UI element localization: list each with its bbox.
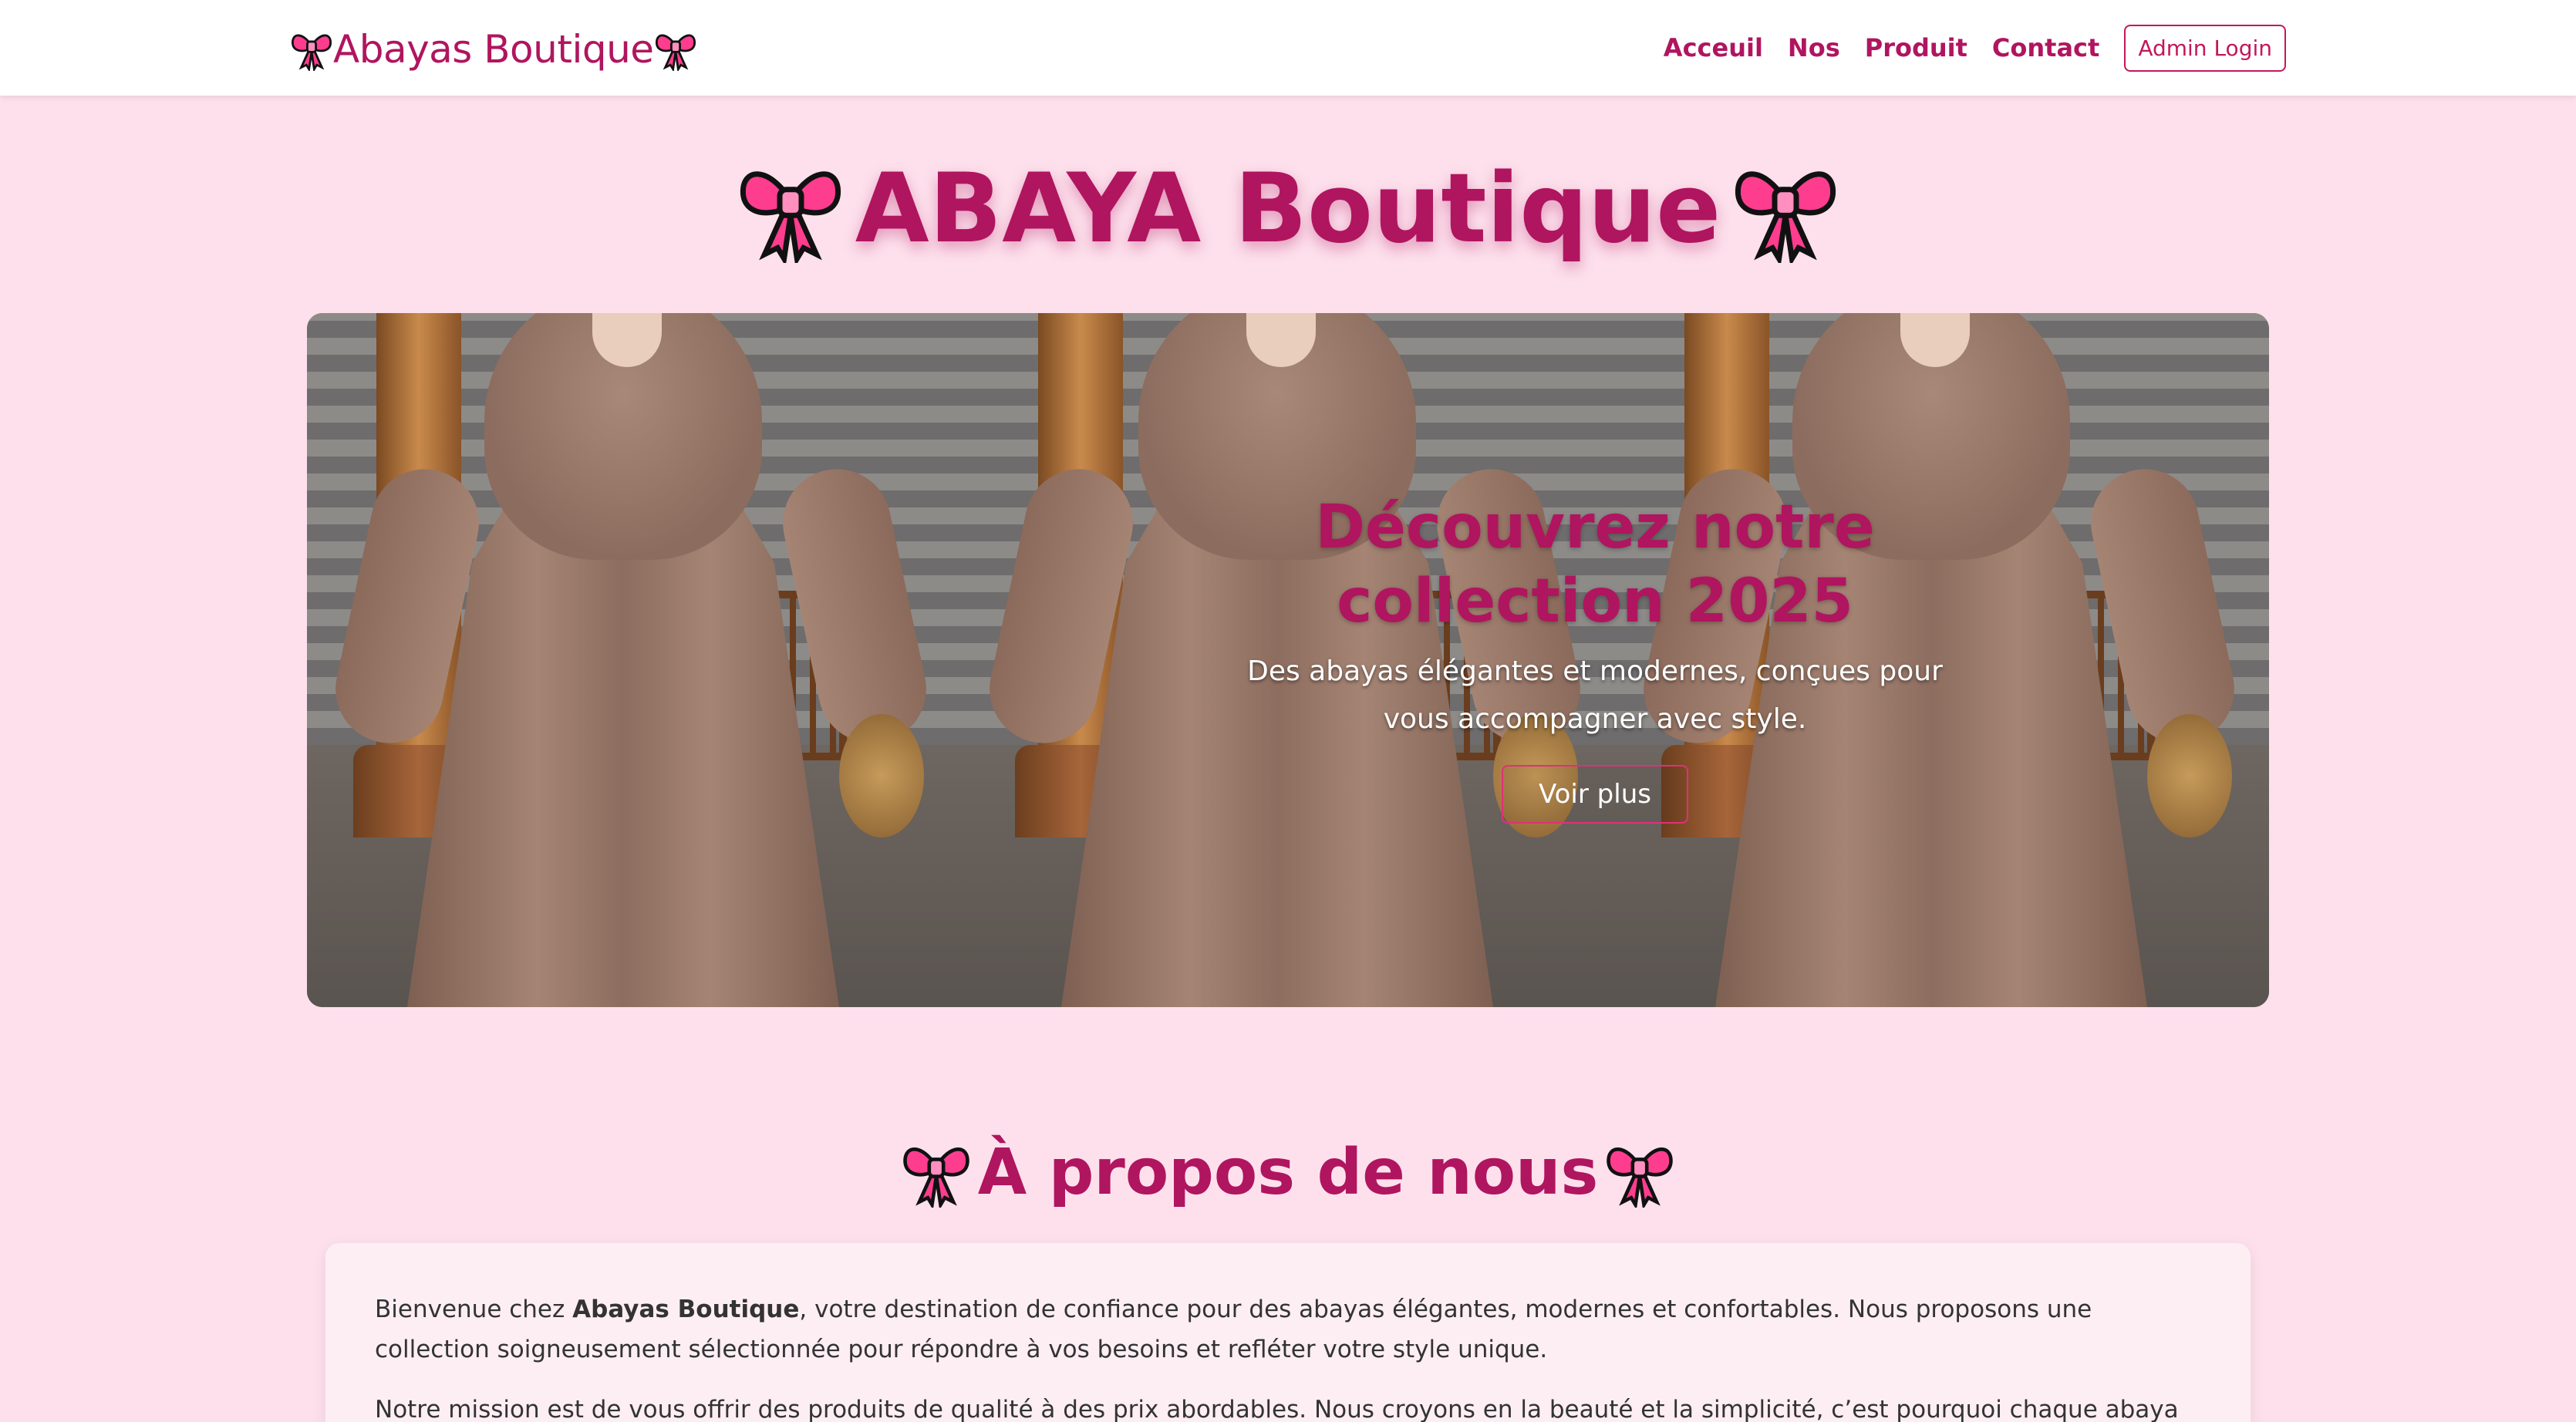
nav-link-nos[interactable]: Nos [1788,33,1840,62]
ribbon-bow-icon [1731,155,1839,263]
hero-title: ABAYA Boutique [0,151,2576,267]
hero-title-text: ABAYA Boutique [855,153,1721,265]
about-card: Bienvenue chez Abayas Boutique, votre de… [325,1243,2251,1422]
ribbon-bow-icon [1604,1137,1675,1208]
carousel-caption: Découvrez notre collection 2025 Des abay… [1178,490,2011,824]
carousel-subtitle: Des abayas élégantes et modernes, conçue… [1247,655,1943,735]
nav-link-contact[interactable]: Contact [1992,33,2099,62]
about-p1-prefix: Bienvenue chez [375,1296,573,1323]
brand-name: Abayas Boutique [333,27,654,72]
top-navbar: Abayas Boutique Acceuil Nos Produit Cont… [0,0,2576,96]
nav-links: Acceuil Nos Produit Contact Admin Login [1664,22,2286,74]
ribbon-bow-icon [737,155,845,263]
about-paragraph-2: Notre mission est de vous offrir des pro… [375,1396,2179,1422]
carousel-heading: Découvrez notre collection 2025 [1315,493,1875,636]
nav-link-acceuil[interactable]: Acceuil [1664,33,1763,62]
ribbon-bow-icon [290,28,333,71]
nav-link-produit[interactable]: Produit [1865,33,1967,62]
about-paragraph-1: Bienvenue chez Abayas Boutique, votre de… [375,1289,2201,1370]
ribbon-bow-icon [901,1137,972,1208]
about-section-title: À propos de nous [0,1126,2576,1218]
ribbon-bow-icon [654,28,697,71]
carousel-image-panel [307,313,961,1007]
brand-logo[interactable]: Abayas Boutique [290,23,697,76]
about-p1-brand: Abayas Boutique [572,1296,800,1323]
hero-carousel: Découvrez notre collection 2025 Des abay… [307,313,2269,1007]
voir-plus-button[interactable]: Voir plus [1502,765,1688,824]
admin-login-button[interactable]: Admin Login [2124,24,2286,72]
about-title-text: À propos de nous [977,1135,1599,1209]
